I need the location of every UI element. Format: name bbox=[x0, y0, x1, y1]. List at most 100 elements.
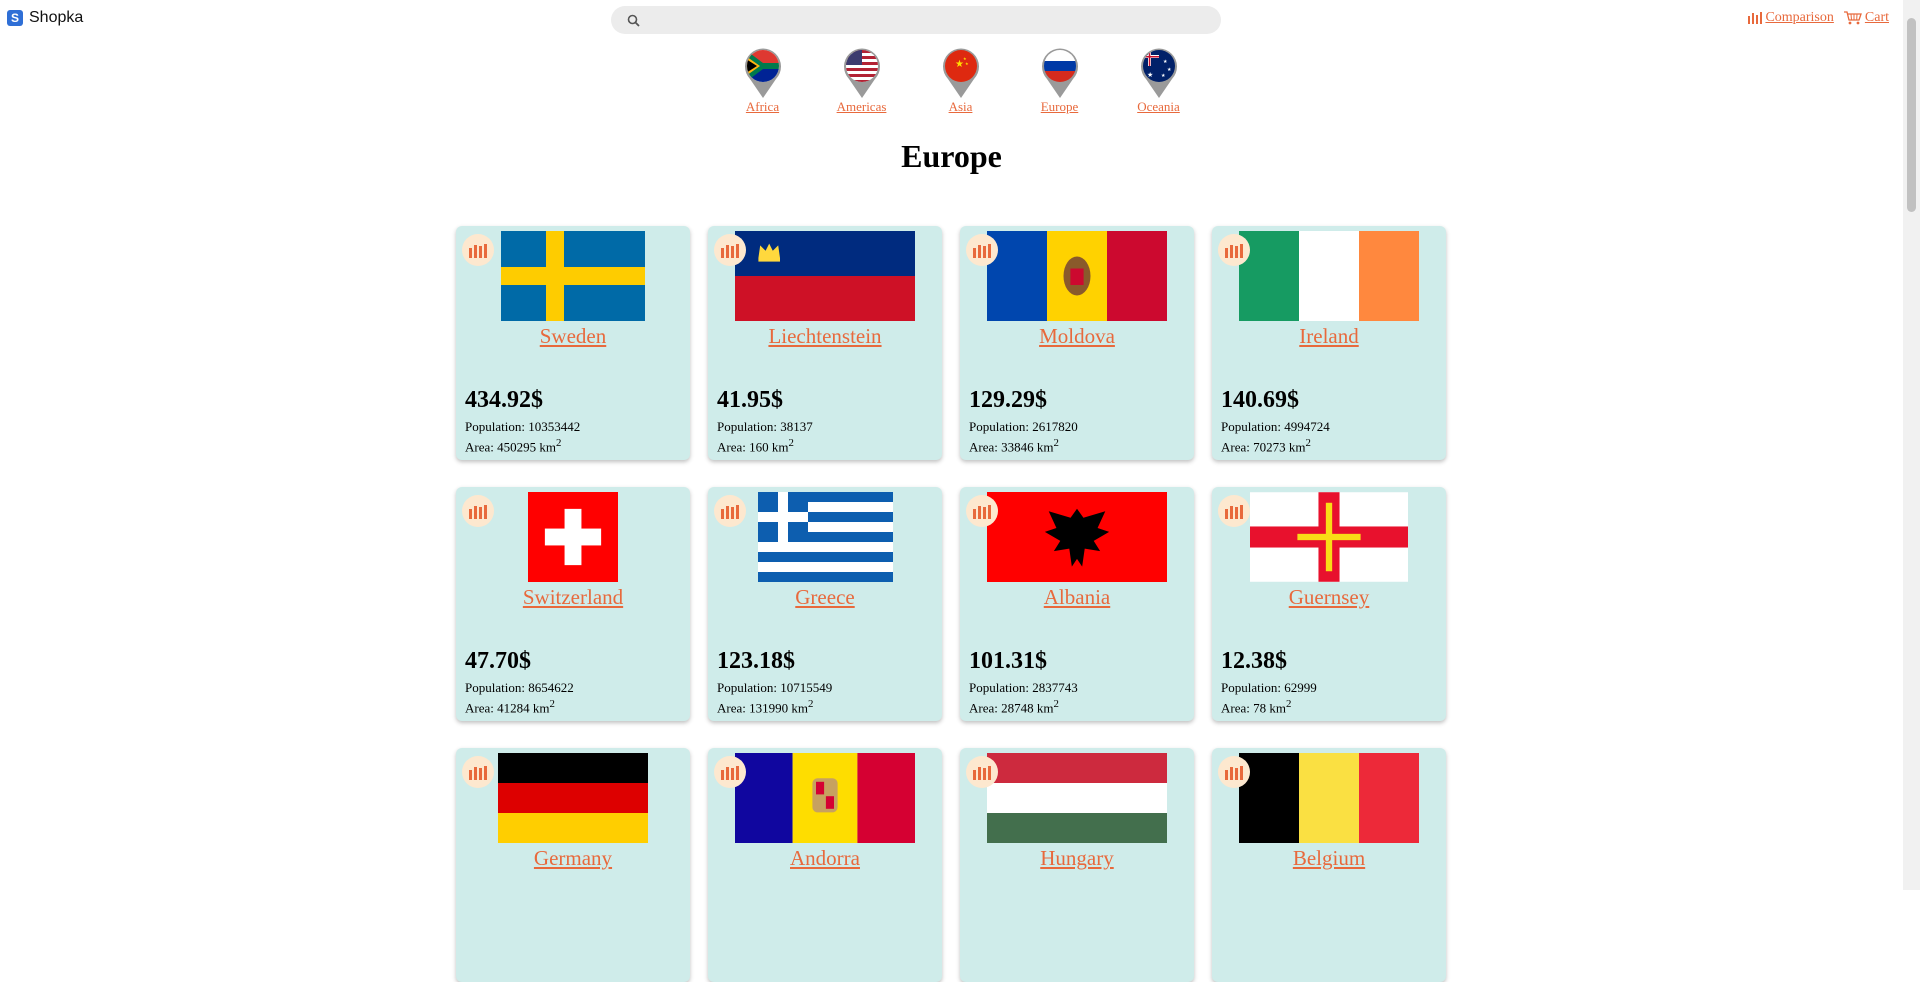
population-label: Population: bbox=[717, 419, 780, 434]
area-value: 131990 bbox=[749, 700, 788, 715]
population-value: 10353442 bbox=[528, 419, 580, 434]
add-to-comparison-icon[interactable] bbox=[714, 495, 746, 527]
continent-link-oceania[interactable]: Oceania bbox=[1137, 99, 1180, 115]
add-to-comparison-icon[interactable] bbox=[714, 234, 746, 266]
app-logo[interactable]: S Shopka bbox=[7, 9, 83, 27]
search-bar[interactable] bbox=[611, 6, 1221, 34]
country-name-link[interactable]: Belgium bbox=[1212, 846, 1446, 871]
country-card[interactable]: Switzerland 47.70$ Population: 8654622 A… bbox=[456, 487, 690, 721]
country-stats: Population: 2837743 Area: 28748 km2 bbox=[969, 679, 1078, 716]
area-unit-exponent: 2 bbox=[1306, 437, 1311, 449]
logo-icon: S bbox=[7, 10, 23, 26]
continent-link-africa[interactable]: Africa bbox=[746, 99, 779, 115]
area-label: Area: bbox=[1221, 439, 1253, 454]
ireland-flag bbox=[1239, 231, 1419, 321]
population-row: Population: 62999 bbox=[1221, 679, 1317, 696]
country-stats: Population: 10715549 Area: 131990 km2 bbox=[717, 679, 832, 716]
liechtenstein-flag bbox=[735, 231, 915, 321]
comparison-link-wrap[interactable]: Comparison bbox=[1748, 10, 1833, 26]
population-label: Population: bbox=[465, 419, 528, 434]
add-to-comparison-icon[interactable] bbox=[966, 495, 998, 527]
china-flag-pin-icon: ★ ★ ★ bbox=[941, 47, 981, 99]
add-to-comparison-icon[interactable] bbox=[1218, 756, 1250, 788]
country-card[interactable]: Ireland 140.69$ Population: 4994724 Area… bbox=[1212, 226, 1446, 460]
country-card[interactable]: Albania 101.31$ Population: 2837743 Area… bbox=[960, 487, 1194, 721]
area-unit-exponent: 2 bbox=[1054, 437, 1059, 449]
add-to-comparison-icon[interactable] bbox=[1218, 495, 1250, 527]
switzerland-flag bbox=[528, 492, 618, 582]
country-card[interactable]: Sweden 434.92$ Population: 10353442 Area… bbox=[456, 226, 690, 460]
app-name: Shopka bbox=[29, 9, 83, 27]
add-to-comparison-icon[interactable] bbox=[966, 234, 998, 266]
continent-link-americas[interactable]: Americas bbox=[837, 99, 887, 115]
country-name-link[interactable]: Andorra bbox=[708, 846, 942, 871]
price: 101.31$ bbox=[969, 648, 1047, 675]
add-to-comparison-icon[interactable] bbox=[966, 756, 998, 788]
area-unit: km bbox=[530, 700, 550, 715]
svg-text:★: ★ bbox=[1167, 67, 1172, 73]
add-to-comparison-icon[interactable] bbox=[714, 756, 746, 788]
country-name-link[interactable]: Germany bbox=[456, 846, 690, 871]
page-scrollbar[interactable] bbox=[1903, 0, 1920, 890]
country-card[interactable]: Germany bbox=[456, 748, 690, 982]
svg-text:★: ★ bbox=[965, 61, 969, 66]
country-name-link[interactable]: Hungary bbox=[960, 846, 1194, 871]
population-row: Population: 2617820 bbox=[969, 418, 1078, 435]
bar-chart-icon bbox=[1748, 12, 1762, 24]
country-card[interactable]: Liechtenstein 41.95$ Population: 38137 A… bbox=[708, 226, 942, 460]
country-name-link[interactable]: Guernsey bbox=[1212, 585, 1446, 610]
comparison-link[interactable]: Comparison bbox=[1765, 10, 1833, 26]
price: 12.38$ bbox=[1221, 648, 1287, 675]
country-stats: Population: 62999 Area: 78 km2 bbox=[1221, 679, 1317, 716]
cart-link-wrap[interactable]: Cart bbox=[1844, 10, 1889, 26]
area-row: Area: 33846 km2 bbox=[969, 435, 1078, 455]
andorra-flag bbox=[735, 753, 915, 843]
country-name-link[interactable]: Sweden bbox=[456, 324, 690, 349]
country-name-link[interactable]: Ireland bbox=[1212, 324, 1446, 349]
continent-asia[interactable]: ★ ★ ★ Asia bbox=[911, 47, 1010, 115]
country-stats: Population: 4994724 Area: 70273 km2 bbox=[1221, 418, 1330, 455]
population-value: 10715549 bbox=[780, 680, 832, 695]
add-to-comparison-icon[interactable] bbox=[462, 234, 494, 266]
continent-americas[interactable]: Americas bbox=[812, 47, 911, 115]
population-row: Population: 10353442 bbox=[465, 418, 580, 435]
area-label: Area: bbox=[1221, 700, 1253, 715]
continent-europe[interactable]: Europe bbox=[1010, 47, 1109, 115]
area-row: Area: 28748 km2 bbox=[969, 696, 1078, 716]
price: 47.70$ bbox=[465, 648, 531, 675]
country-name-link[interactable]: Albania bbox=[960, 585, 1194, 610]
area-value: 78 bbox=[1253, 700, 1266, 715]
cart-link[interactable]: Cart bbox=[1865, 10, 1889, 26]
area-row: Area: 450295 km2 bbox=[465, 435, 580, 455]
country-stats: Population: 38137 Area: 160 km2 bbox=[717, 418, 813, 455]
country-name-link[interactable]: Liechtenstein bbox=[708, 324, 942, 349]
population-label: Population: bbox=[465, 680, 528, 695]
area-unit: km bbox=[1034, 439, 1054, 454]
country-card[interactable]: Greece 123.18$ Population: 10715549 Area… bbox=[708, 487, 942, 721]
continent-oceania[interactable]: ★ ★ ★ ★ Oceania bbox=[1109, 47, 1208, 115]
country-name-link[interactable]: Greece bbox=[708, 585, 942, 610]
population-value: 62999 bbox=[1284, 680, 1317, 695]
scrollbar-thumb[interactable] bbox=[1907, 18, 1916, 212]
add-to-comparison-icon[interactable] bbox=[462, 756, 494, 788]
country-card[interactable]: Belgium bbox=[1212, 748, 1446, 982]
country-card[interactable]: Andorra bbox=[708, 748, 942, 982]
area-unit: km bbox=[769, 439, 789, 454]
continent-nav: Africa Americas ★ ★ ★ Asia bbox=[713, 47, 1208, 115]
country-card[interactable]: Hungary bbox=[960, 748, 1194, 982]
south-africa-flag-pin-icon bbox=[743, 47, 783, 99]
continent-africa[interactable]: Africa bbox=[713, 47, 812, 115]
country-card[interactable]: Moldova 129.29$ Population: 2617820 Area… bbox=[960, 226, 1194, 460]
country-card[interactable]: Guernsey 12.38$ Population: 62999 Area: … bbox=[1212, 487, 1446, 721]
add-to-comparison-icon[interactable] bbox=[1218, 234, 1250, 266]
country-name-link[interactable]: Switzerland bbox=[456, 585, 690, 610]
population-value: 2837743 bbox=[1032, 680, 1078, 695]
population-row: Population: 38137 bbox=[717, 418, 813, 435]
population-row: Population: 2837743 bbox=[969, 679, 1078, 696]
search-input[interactable] bbox=[648, 7, 1221, 33]
country-name-link[interactable]: Moldova bbox=[960, 324, 1194, 349]
area-label: Area: bbox=[717, 439, 749, 454]
add-to-comparison-icon[interactable] bbox=[462, 495, 494, 527]
continent-link-europe[interactable]: Europe bbox=[1041, 99, 1079, 115]
continent-link-asia[interactable]: Asia bbox=[949, 99, 973, 115]
